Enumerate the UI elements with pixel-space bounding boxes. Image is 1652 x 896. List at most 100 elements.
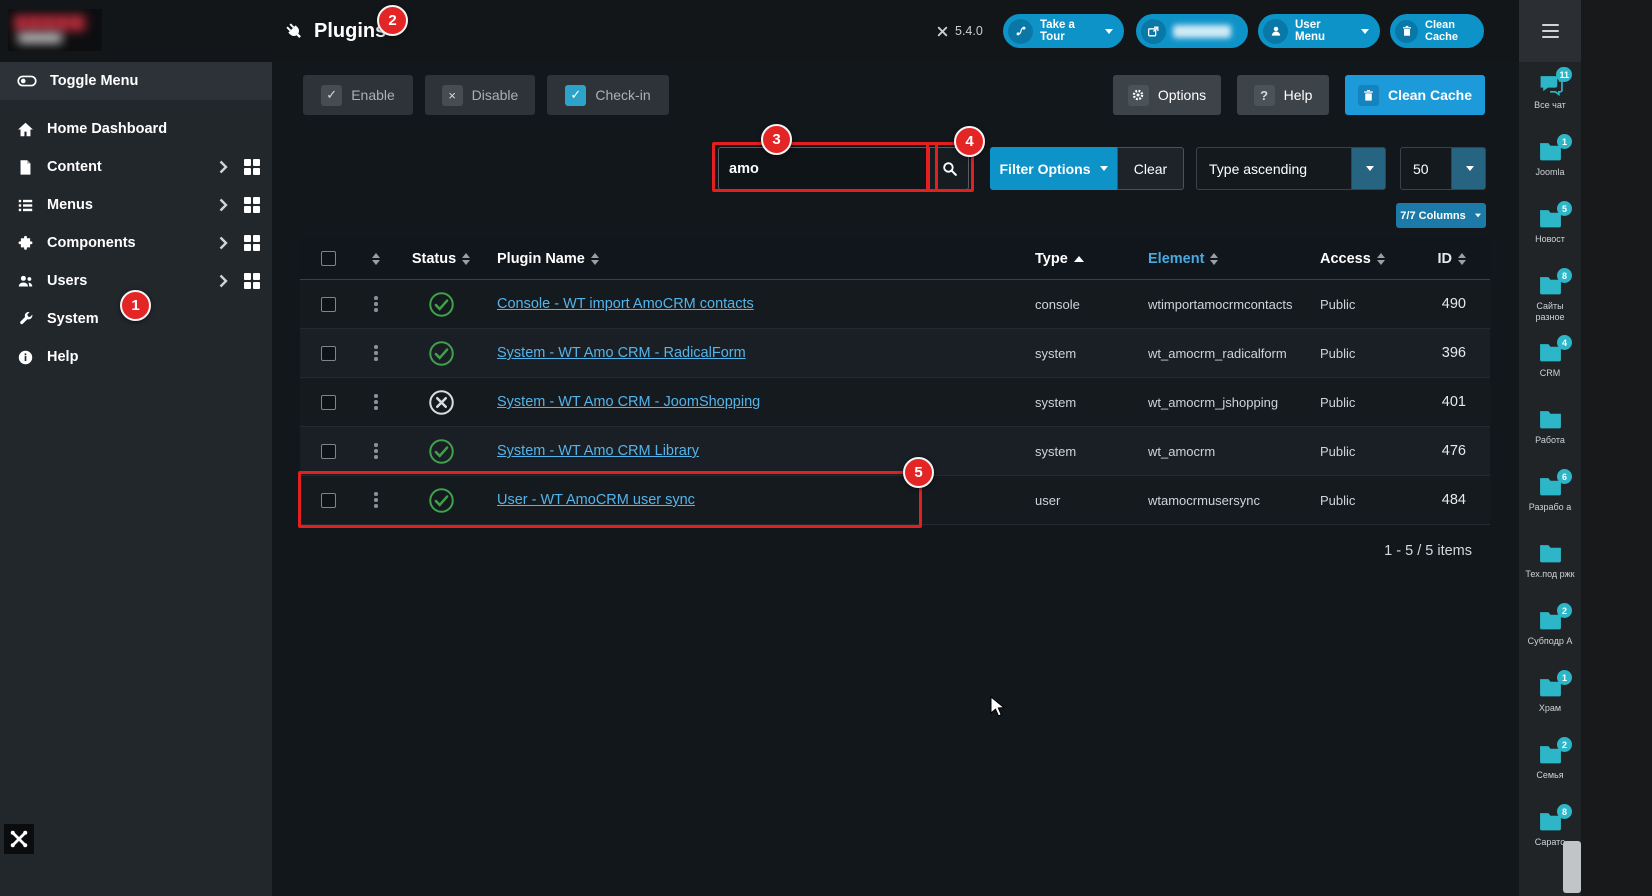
id-cell: 490 <box>1441 296 1466 312</box>
row-checkbox[interactable] <box>320 394 336 410</box>
sidebar-nav: Home Dashboard Content Menus Components <box>0 100 272 376</box>
header-status[interactable]: Status <box>412 251 471 267</box>
toggle-menu-button[interactable]: Toggle Menu <box>0 62 272 100</box>
blurred-link-button[interactable] <box>1136 14 1248 48</box>
chat-folder-label: CRM <box>1539 368 1561 378</box>
help-button[interactable]: ? Help <box>1237 75 1329 115</box>
dashboard-grid-icon[interactable] <box>244 273 260 289</box>
drag-handle-icon[interactable] <box>374 345 378 361</box>
hamburger-menu-icon[interactable] <box>1541 24 1559 38</box>
chat-folder-temple[interactable]: 1 Храм <box>1519 670 1581 742</box>
checkin-button[interactable]: ✓ Check-in <box>547 75 669 115</box>
blurred-button-text <box>1173 24 1231 38</box>
chat-folder-label: Работа <box>1535 435 1565 445</box>
select-all-checkbox[interactable] <box>320 251 336 266</box>
enable-button[interactable]: ✓ Enable <box>303 75 413 115</box>
plugin-name-link[interactable]: System - WT Amo CRM Library <box>486 443 699 459</box>
sidebar-item-label: Home Dashboard <box>47 121 168 137</box>
chat-folder-crm[interactable]: 4 CRM <box>1519 335 1581 407</box>
table-row: System - WT Amo CRM - JoomShopping syste… <box>300 378 1490 427</box>
chat-side-panel: 11 Все чат 1 Joomla 5 Новост 8 Сайты раз <box>1519 0 1652 896</box>
unread-badge: 1 <box>1557 134 1572 149</box>
status-enabled-icon[interactable] <box>428 438 455 465</box>
drag-handle-icon[interactable] <box>374 394 378 410</box>
chat-folder-subcontract[interactable]: 2 Субподр А <box>1519 603 1581 675</box>
sidebar-item-label: Content <box>47 159 102 175</box>
sidebar-item-help[interactable]: Help <box>0 338 272 376</box>
sidebar-item-menus[interactable]: Menus <box>0 186 272 224</box>
options-button[interactable]: Options <box>1113 75 1221 115</box>
chat-folder-family[interactable]: 2 Семья <box>1519 737 1581 809</box>
row-checkbox[interactable] <box>320 345 336 361</box>
chat-panel-header <box>1519 0 1581 62</box>
enable-label: Enable <box>351 87 395 103</box>
chevron-down-icon <box>1099 166 1108 171</box>
chevron-down-icon <box>1361 28 1369 34</box>
sort-icon <box>1376 252 1385 265</box>
chat-folder-news[interactable]: 5 Новост <box>1519 201 1581 273</box>
chevron-right-icon[interactable] <box>219 274 228 288</box>
status-disabled-icon[interactable] <box>428 389 455 416</box>
chevron-right-icon[interactable] <box>219 236 228 250</box>
sidebar-item-components[interactable]: Components <box>0 224 272 262</box>
dashboard-grid-icon[interactable] <box>244 197 260 213</box>
status-enabled-icon[interactable] <box>428 291 455 318</box>
access-cell: Public <box>1320 492 1356 508</box>
table-row: System - WT Amo CRM - RadicalForm system… <box>300 329 1490 378</box>
header-plugin-name[interactable]: Plugin Name <box>486 251 1030 267</box>
element-cell: wt_amocrm_radicalform <box>1148 345 1287 361</box>
chat-folder-label: Joomla <box>1535 167 1565 177</box>
chat-folder-all[interactable]: 11 Все чат <box>1519 67 1581 139</box>
chat-folder-joomla[interactable]: 1 Joomla <box>1519 134 1581 206</box>
chevron-down-icon <box>1351 148 1385 189</box>
plugin-name-link[interactable]: System - WT Amo CRM - JoomShopping <box>486 394 760 410</box>
take-a-tour-button[interactable]: Take a Tour <box>1003 14 1124 48</box>
drag-handle-icon[interactable] <box>374 443 378 459</box>
plug-icon <box>286 22 301 38</box>
user-menu-label: User Menu <box>1295 19 1326 43</box>
chat-folder-work[interactable]: Работа <box>1519 407 1581 474</box>
columns-toggle-button[interactable]: 7/7 Columns <box>1396 203 1486 228</box>
toggle-icon <box>17 75 37 87</box>
sidebar-item-label: System <box>47 311 99 327</box>
clean-cache-button[interactable]: Clean Cache <box>1345 75 1485 115</box>
header-id[interactable]: ID <box>1438 251 1491 267</box>
ordering-sort-icon[interactable] <box>372 252 380 265</box>
access-cell: Public <box>1320 394 1356 410</box>
header-clean-cache-button[interactable]: Clean Cache <box>1390 14 1484 48</box>
site-logo[interactable] <box>8 9 102 51</box>
chat-folder-sites[interactable]: 8 Сайты разное <box>1519 268 1581 340</box>
chat-folder-support[interactable]: Тех.под ржк <box>1519 541 1581 608</box>
sort-select[interactable]: Type ascending <box>1196 147 1386 190</box>
header-element[interactable]: Element <box>1148 251 1320 267</box>
chat-folder-label: Новост <box>1535 234 1565 244</box>
plugin-name-link[interactable]: Console - WT import AmoCRM contacts <box>486 296 754 312</box>
panel-scrollbar-thumb[interactable] <box>1563 841 1581 893</box>
dashboard-grid-icon[interactable] <box>244 235 260 251</box>
limit-select[interactable]: 50 <box>1400 147 1486 190</box>
row-checkbox[interactable] <box>320 296 336 312</box>
user-menu-button[interactable]: User Menu <box>1258 14 1380 48</box>
chevron-right-icon[interactable] <box>219 198 228 212</box>
clear-button[interactable]: Clear <box>1117 147 1184 190</box>
disable-button[interactable]: × Disable <box>425 75 535 115</box>
sort-icon <box>1210 252 1219 265</box>
drag-handle-icon[interactable] <box>374 296 378 312</box>
sidebar-item-home-dashboard[interactable]: Home Dashboard <box>0 110 272 148</box>
row-checkbox[interactable] <box>320 443 336 459</box>
chat-folder-rail: 11 Все чат 1 Joomla 5 Новост 8 Сайты раз <box>1519 0 1581 896</box>
plugin-name-link[interactable]: System - WT Amo CRM - RadicalForm <box>486 345 746 361</box>
header-type[interactable]: Type <box>1030 251 1148 267</box>
filter-options-button[interactable]: Filter Options <box>990 147 1117 190</box>
version-block: 5.4.0 <box>936 0 983 62</box>
sidebar-item-label: Help <box>47 349 79 365</box>
dashboard-grid-icon[interactable] <box>244 159 260 175</box>
header-access[interactable]: Access <box>1320 251 1410 267</box>
chat-folder-dev[interactable]: 6 Разрабо а <box>1519 469 1581 541</box>
chevron-right-icon[interactable] <box>219 160 228 174</box>
status-enabled-icon[interactable] <box>428 340 455 367</box>
sidebar-item-content[interactable]: Content <box>0 148 272 186</box>
unread-badge: 5 <box>1557 201 1572 216</box>
sidebar-item-label: Components <box>47 235 136 251</box>
id-cell: 476 <box>1441 443 1466 459</box>
